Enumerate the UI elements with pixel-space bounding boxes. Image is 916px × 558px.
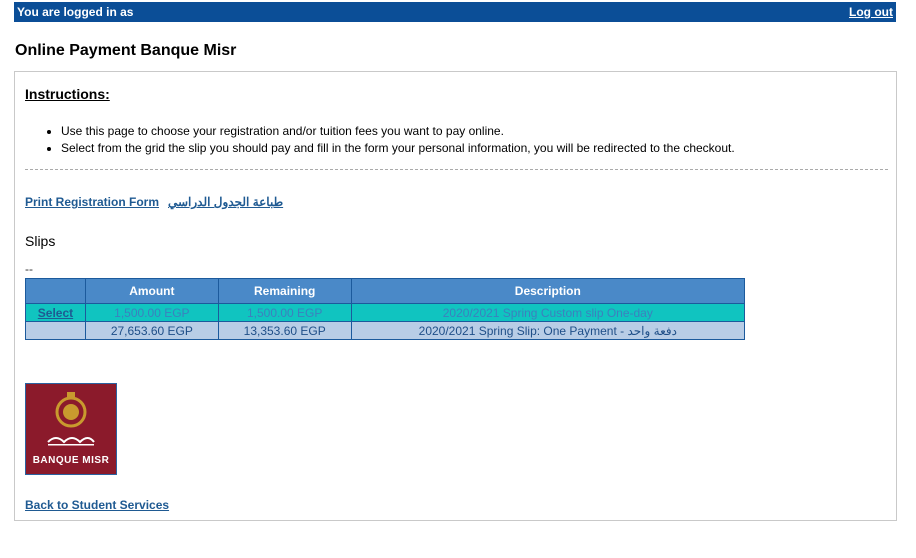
slips-separator: -- <box>25 262 33 276</box>
top-bar: You are logged in as Log out <box>14 2 896 22</box>
logo-text: BANQUE MISR <box>32 455 110 466</box>
table-cell-remaining: 1,500.00 EGP <box>217 303 352 322</box>
table-cell-amount: 27,653.60 EGP <box>84 321 219 340</box>
column-header-amount: Amount <box>84 278 219 304</box>
content-panel: Instructions: Use this page to choose yo… <box>14 71 897 521</box>
table-cell-description: 2020/2021 Spring Custom slip One-day <box>350 303 746 322</box>
column-header-remaining: Remaining <box>217 278 352 304</box>
table-row: 27,653.60 EGP 13,353.60 EGP 2020/2021 Sp… <box>25 321 746 340</box>
table-cell-remaining: 13,353.60 EGP <box>217 321 352 340</box>
table-cell-action <box>25 321 86 340</box>
instruction-item: Use this page to choose your registratio… <box>61 125 735 138</box>
back-to-student-services-link[interactable]: Back to Student Services <box>25 498 169 512</box>
table-cell-description: 2020/2021 Spring Slip: One Payment - دفع… <box>350 321 746 340</box>
print-registration-link[interactable]: Print Registration Form <box>25 195 159 209</box>
username-redacted <box>135 7 335 19</box>
banque-misr-logo: BANQUE MISR <box>25 383 117 475</box>
page-title: Online Payment Banque Misr <box>15 42 237 59</box>
print-schedule-arabic-link[interactable]: طباعة الجدول الدراسي <box>168 195 283 209</box>
column-header-description: Description <box>350 278 746 304</box>
table-cell-action: Select <box>25 303 86 322</box>
column-header-action <box>25 278 86 304</box>
logout-link[interactable]: Log out <box>849 5 893 19</box>
table-cell-amount: 1,500.00 EGP <box>84 303 219 322</box>
logged-in-label: You are logged in as <box>17 5 335 19</box>
table-header-row: Amount Remaining Description <box>25 278 746 304</box>
instruction-item: Select from the grid the slip you should… <box>61 142 735 155</box>
instructions-title: Instructions: <box>25 86 110 102</box>
instructions-list: Use this page to choose your registratio… <box>61 125 735 159</box>
select-link[interactable]: Select <box>38 306 73 320</box>
divider <box>25 169 888 170</box>
table-row: Select 1,500.00 EGP 1,500.00 EGP 2020/20… <box>25 303 746 322</box>
slips-table: Amount Remaining Description Select 1,50… <box>25 278 746 340</box>
slips-title: Slips <box>25 233 56 249</box>
